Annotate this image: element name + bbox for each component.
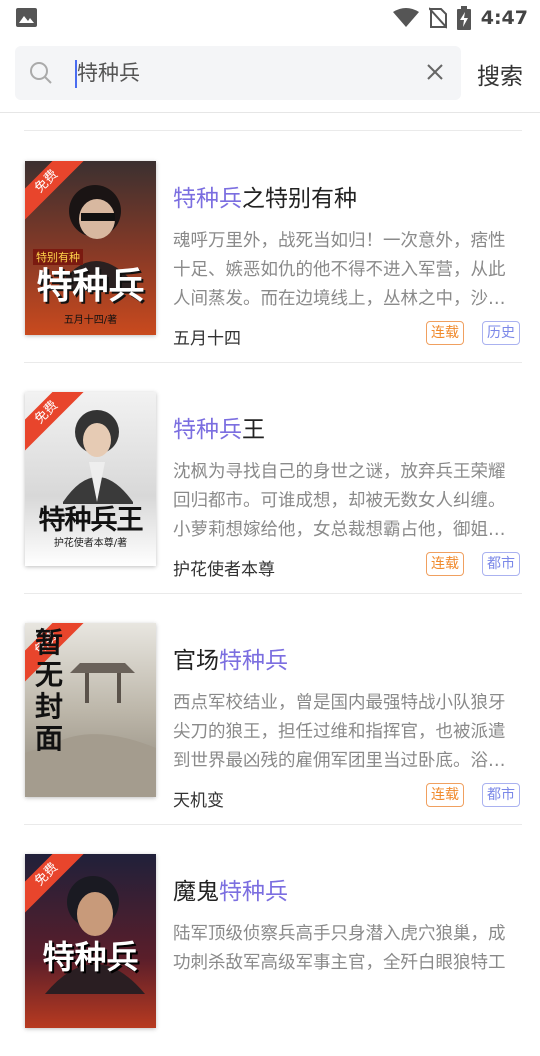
book-title[interactable]: 官场特种兵 bbox=[173, 641, 288, 675]
search-query-text: 特种兵 bbox=[77, 61, 140, 85]
cover-title: 特种兵 bbox=[36, 265, 145, 307]
book-description: 陆军顶级侦察兵高手只身潜入虎穴狼巢，成功刺杀敌军高级军事主官，全歼白眼狼特工 bbox=[173, 924, 506, 973]
search-bar: 特种兵 搜索 bbox=[0, 36, 540, 113]
book-description: 魂呼万里外，战死当如归！一次意外，痞性十足、嫉恶如仇的他不得不进入军营，从此人间… bbox=[173, 231, 506, 309]
text-cursor bbox=[75, 60, 77, 88]
cover-author: 五月十四/著 bbox=[63, 315, 118, 326]
book-author: 五月十四 bbox=[173, 329, 241, 349]
clear-icon[interactable] bbox=[425, 62, 445, 82]
category-badge: 都市 bbox=[482, 552, 520, 576]
book-description: 沈枫为寻找自己的身世之谜，放弃兵王荣耀回归都市。可谁成想，却被无数女人纠缠。小萝… bbox=[173, 462, 506, 540]
list-item[interactable]: 免费 特种兵王 护花使者本尊/著 特种兵王 沈枫为寻找自己的身世之谜，放弃兵王荣… bbox=[0, 362, 540, 594]
status-badge: 连载 bbox=[426, 783, 464, 807]
book-title[interactable]: 特种兵之特别有种 bbox=[173, 179, 357, 213]
book-title[interactable]: 魔鬼特种兵 bbox=[173, 872, 288, 906]
category-badge: 都市 bbox=[482, 783, 520, 807]
book-author: 天机变 bbox=[173, 791, 224, 811]
search-button[interactable]: 搜索 bbox=[477, 57, 523, 91]
book-cover: 免费 特别有种 特种兵 五月十四/著 bbox=[25, 161, 156, 335]
wifi-icon bbox=[392, 8, 419, 27]
book-cover: 免费 特种兵 bbox=[25, 854, 156, 1028]
cover-author: 护花使者本尊/著 bbox=[53, 538, 128, 549]
list-item[interactable]: 免费 特种兵 魔鬼特种兵 陆军顶级侦察兵高手只身潜入虎穴狼巢，成功刺杀敌军高级军… bbox=[0, 824, 540, 1056]
category-badge: 历史 bbox=[482, 321, 520, 345]
book-cover: 免费 暂无封面 bbox=[25, 623, 156, 797]
image-icon bbox=[16, 8, 37, 27]
search-icon bbox=[30, 62, 52, 84]
cover-title: 特种兵王 bbox=[38, 505, 144, 536]
cover-title: 暂无封面 bbox=[34, 626, 63, 755]
list-item[interactable]: 免费 暂无封面 官场特种兵 西点军校结业，曾是国内最强特战小队狼牙尖刀的狼王，担… bbox=[0, 593, 540, 825]
status-badge: 连载 bbox=[426, 321, 464, 345]
battery-charging-icon bbox=[456, 6, 471, 30]
no-sim-icon bbox=[428, 7, 447, 29]
book-author: 护花使者本尊 bbox=[173, 560, 275, 580]
clock: 4:47 bbox=[480, 7, 528, 29]
status-bar: 4:47 bbox=[0, 0, 540, 36]
book-title[interactable]: 特种兵王 bbox=[173, 410, 265, 444]
cover-title: 特种兵 bbox=[42, 938, 139, 976]
book-description: 西点军校结业，曾是国内最强特战小队狼牙尖刀的狼王，担任过维和指挥官，也被派遣到世… bbox=[173, 693, 506, 771]
list-item[interactable]: 免费 特别有种 特种兵 五月十四/著 特种兵之特别有种 魂呼万里外，战死当如归！… bbox=[0, 131, 540, 363]
status-badge: 连载 bbox=[426, 552, 464, 576]
book-cover: 免费 特种兵王 护花使者本尊/著 bbox=[25, 392, 156, 566]
search-input[interactable]: 特种兵 bbox=[15, 46, 461, 100]
